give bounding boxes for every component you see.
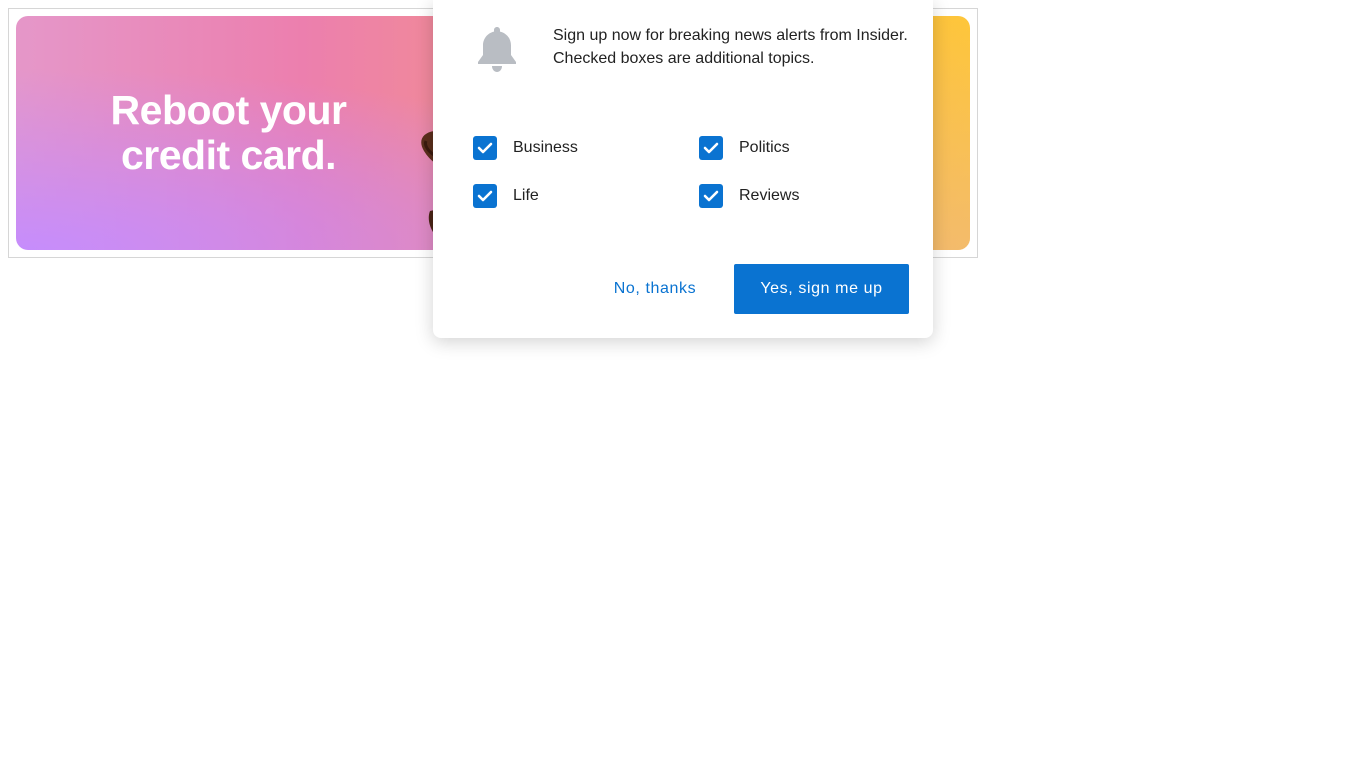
checkbox-checked[interactable] xyxy=(699,136,723,160)
topic-label: Life xyxy=(513,187,539,204)
topic-checkbox-life[interactable]: Life xyxy=(473,184,539,208)
signup-message: Sign up now for breaking news alerts fro… xyxy=(553,27,908,67)
topic-label: Politics xyxy=(739,139,790,156)
checkmark-icon xyxy=(477,190,493,202)
checkmark-icon xyxy=(703,190,719,202)
checkbox-checked[interactable] xyxy=(473,184,497,208)
topic-label: Reviews xyxy=(739,187,800,204)
topic-checkbox-business[interactable]: Business xyxy=(473,136,578,160)
topic-checkbox-politics[interactable]: Politics xyxy=(699,136,790,160)
topic-checkbox-reviews[interactable]: Reviews xyxy=(699,184,799,208)
checkmark-icon xyxy=(477,142,493,154)
topic-label: Business xyxy=(513,139,578,156)
ad-headline: Reboot your credit card. xyxy=(110,87,347,178)
no-thanks-button[interactable]: No, thanks xyxy=(599,264,711,314)
news-alert-signup-modal: Sign up now for breaking news alerts fro… xyxy=(433,0,933,338)
checkmark-icon xyxy=(703,142,719,154)
checkbox-checked[interactable] xyxy=(699,184,723,208)
bell-icon xyxy=(478,27,516,72)
checkbox-checked[interactable] xyxy=(473,136,497,160)
sign-me-up-button[interactable]: Yes, sign me up xyxy=(734,264,909,314)
